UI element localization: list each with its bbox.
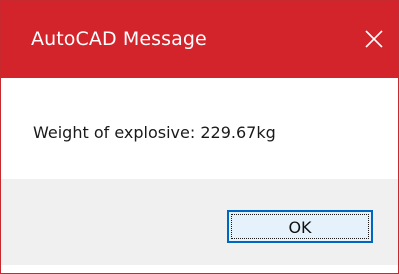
- button-bar: OK: [1, 179, 398, 265]
- ok-button[interactable]: OK: [227, 210, 373, 243]
- ok-button-label: OK: [288, 218, 312, 237]
- message-area: Weight of explosive: 229.67kg: [1, 78, 398, 179]
- close-button[interactable]: [353, 18, 395, 60]
- close-icon: [365, 30, 383, 48]
- title-bar[interactable]: AutoCAD Message: [1, 1, 398, 78]
- dialog-title: AutoCAD Message: [31, 28, 207, 50]
- message-dialog: AutoCAD Message Weight of explosive: 229…: [0, 0, 399, 274]
- message-text: Weight of explosive: 229.67kg: [33, 123, 276, 142]
